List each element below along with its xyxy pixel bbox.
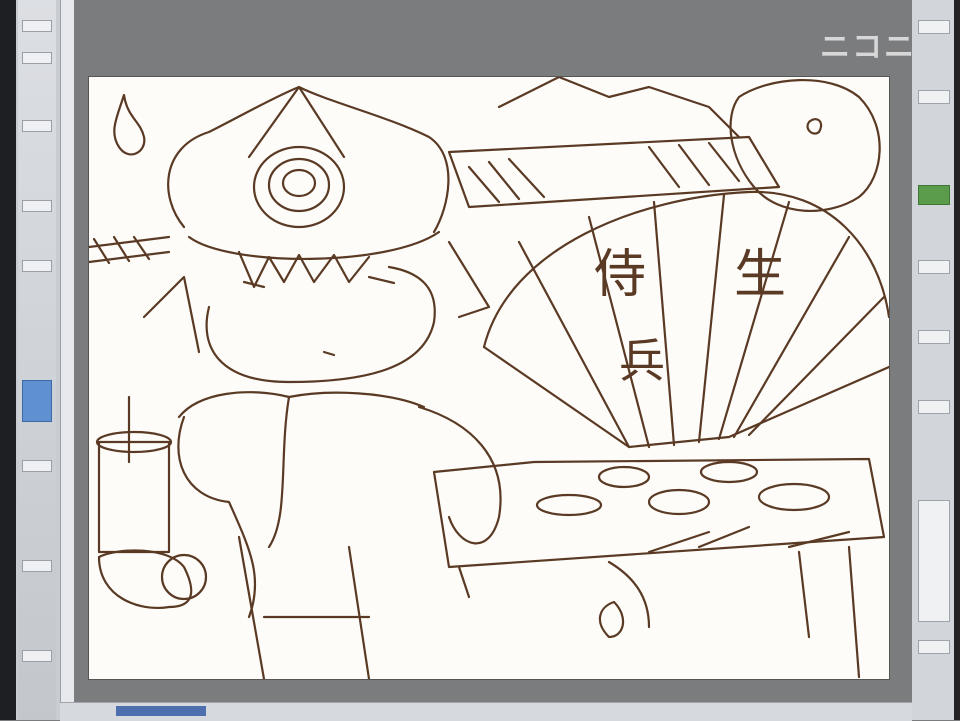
opacity-slider[interactable] bbox=[918, 400, 950, 414]
table-legs bbox=[457, 545, 861, 679]
brush-size-slider[interactable] bbox=[918, 330, 950, 344]
niconico-watermark: ニコニ bbox=[820, 30, 916, 65]
fan-top-edge bbox=[482, 190, 891, 349]
progress-indicator bbox=[116, 706, 206, 716]
left-tool-panel bbox=[0, 0, 60, 720]
tool-settings-panel[interactable] bbox=[918, 500, 950, 622]
cup bbox=[97, 440, 171, 554]
layers-panel-button[interactable] bbox=[918, 90, 950, 104]
spirit-flame bbox=[113, 93, 146, 156]
brush-tool-button[interactable] bbox=[22, 52, 52, 64]
layer-visibility-toggle[interactable] bbox=[918, 260, 950, 274]
bush-detail bbox=[806, 118, 823, 135]
eraser-tool-button[interactable] bbox=[22, 120, 52, 132]
closed-eyes bbox=[242, 275, 396, 289]
hand-tool-button[interactable] bbox=[22, 560, 52, 572]
sketch-drawing: 侍 生 兵 bbox=[87, 75, 891, 681]
spoons bbox=[647, 525, 851, 554]
status-bar bbox=[60, 702, 912, 721]
bowl-5 bbox=[757, 482, 831, 512]
shoulders bbox=[177, 391, 426, 419]
right-tool-panel bbox=[912, 0, 960, 720]
hat-brim bbox=[187, 230, 441, 261]
fill-tool-button[interactable] bbox=[22, 260, 52, 272]
face bbox=[205, 265, 436, 384]
pen-tool-button[interactable] bbox=[22, 20, 52, 32]
fence bbox=[87, 235, 171, 265]
layer-button[interactable] bbox=[22, 200, 52, 212]
navigator-button[interactable] bbox=[918, 20, 950, 34]
body bbox=[177, 395, 502, 619]
vertical-scrollbar[interactable] bbox=[60, 0, 75, 720]
ghost-flame bbox=[598, 600, 625, 639]
color-palette[interactable] bbox=[918, 640, 950, 654]
bowl-2 bbox=[597, 465, 651, 489]
wheel bbox=[160, 553, 208, 601]
zoom-tool-button[interactable] bbox=[22, 650, 52, 662]
drawing-canvas[interactable]: 侍 生 兵 bbox=[87, 75, 891, 681]
mouth bbox=[322, 350, 336, 357]
bowl-3 bbox=[647, 488, 711, 516]
legs bbox=[237, 535, 371, 681]
bowl-1 bbox=[535, 493, 603, 517]
tool-column bbox=[18, 0, 56, 720]
window-edge bbox=[0, 0, 16, 720]
color-swatch-icon[interactable] bbox=[22, 380, 52, 422]
hat-swirl-mid bbox=[267, 157, 331, 213]
active-layer-indicator[interactable] bbox=[918, 185, 950, 205]
select-tool-button[interactable] bbox=[22, 460, 52, 472]
bowl-4 bbox=[699, 460, 759, 484]
donut bbox=[97, 549, 193, 609]
fan-char-1: 侍 bbox=[594, 245, 646, 305]
fan-bottom-edge bbox=[482, 345, 891, 449]
table-top bbox=[432, 457, 886, 569]
shrine-roof-top bbox=[497, 75, 741, 139]
window-edge-right bbox=[954, 0, 960, 720]
fan-char-3: 兵 bbox=[619, 334, 665, 388]
fan-char-2: 生 bbox=[734, 245, 786, 305]
hat-swirl-inner bbox=[281, 168, 317, 198]
